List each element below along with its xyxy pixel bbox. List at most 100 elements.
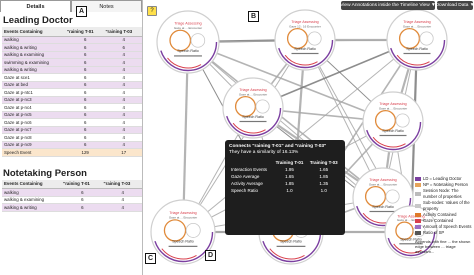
event-label: walking & writing (2, 43, 65, 52)
event-count: 4 (103, 66, 142, 74)
ratio-bar (168, 245, 198, 247)
tooltip-header: Training T-03 (309, 160, 338, 165)
table-row[interactable]: swimming & examining 6 4 (2, 58, 142, 67)
event-label: Gaze at p-nc9 (2, 141, 65, 149)
table-row[interactable]: walking & writing 6 6 (2, 43, 142, 52)
table-row[interactable]: walking 6 4 (2, 188, 142, 197)
section-title-notetaking: Notetaking Person (3, 167, 87, 179)
table-row[interactable]: Gaze at sce1 6 4 (2, 73, 142, 82)
table-row[interactable]: Gaze at p-nc7 6 4 (2, 126, 142, 134)
legend-swatch (415, 192, 421, 196)
event-label: Gaze at p-nc6 (2, 118, 65, 127)
event-count: 6 (64, 103, 104, 112)
table-row[interactable]: Gaze at p-nc5 6 4 (2, 111, 142, 119)
session-node[interactable]: Triage AssessingGaze at ... EncounterSpe… (383, 6, 451, 74)
legend-note: Appends with fine ... the shown edge bet… (415, 239, 471, 254)
node-subtitle: Gaze at ... Encounter (403, 24, 431, 28)
tooltip-header: Training T-01 (275, 160, 304, 165)
node-speech-ratio: Speech Ratio (280, 240, 302, 244)
ratio-bar (403, 52, 431, 55)
event-label: walking (2, 36, 65, 44)
ratio-bar (174, 55, 202, 57)
table-row[interactable]: walking & examining 6 4 (2, 51, 142, 59)
session-node[interactable]: Triage AssessingGaze 12 : 16 EncounterSp… (271, 6, 339, 74)
session-node[interactable]: Triage AssessingGaze at ... EncounterSpe… (359, 88, 427, 156)
subnode-activity (374, 109, 397, 132)
event-count: 4 (103, 58, 142, 67)
event-count: 6 (64, 96, 104, 104)
column-header: "raining T-01 (61, 179, 102, 189)
event-count: 4 (103, 133, 142, 142)
table-row[interactable]: Gaze at bed 6 4 (2, 81, 142, 89)
subnode-gaze (255, 99, 270, 114)
column-header: "raining T-01 (64, 27, 104, 37)
node-title: Triage Assessing (169, 211, 196, 215)
node-speech-ratio: Speech Ratio (177, 49, 199, 53)
subnode-activity (234, 95, 257, 118)
event-count: 17 (103, 148, 142, 157)
event-count: 129 (64, 148, 104, 157)
table-row[interactable]: walking 6 4 (2, 36, 142, 44)
event-count: 6 (64, 81, 104, 89)
event-label: swimming & examining (2, 58, 65, 67)
panel-tabs: Details Notes (0, 0, 142, 12)
ratio-bar (379, 134, 407, 137)
table-row[interactable]: Gaze at p-nc4 6 4 (2, 103, 142, 112)
view-annotations-button[interactable]: View Annotations inside the Timeline Vie… (340, 1, 436, 10)
metric-value: 1.0 (320, 188, 327, 193)
tab-details[interactable]: Details (0, 0, 71, 12)
metric-value: 1.35 (319, 181, 329, 186)
tooltip-header (229, 159, 272, 166)
download-data-button[interactable]: Download Data ▼ (436, 1, 474, 10)
event-count: 6 (64, 73, 104, 82)
subnode-activity (169, 29, 192, 52)
event-count: 4 (103, 73, 142, 82)
event-count: 4 (103, 111, 142, 119)
metric-value: 1.95 (285, 167, 294, 172)
node-subtitle: Gaze 12 : 16 Encounter (289, 24, 321, 28)
table-row[interactable]: walking & writing 6 4 (2, 203, 142, 212)
legend-swatch (415, 213, 421, 217)
legend-item: Sub-nodes: Values of the property (415, 200, 473, 212)
event-count: 4 (101, 188, 142, 197)
table-row[interactable]: Gaze at p-ntc1 6 4 (2, 88, 142, 97)
column-header: "raining T-03 (101, 179, 142, 189)
event-label: Speech Event (2, 148, 65, 157)
event-label: Gaze at p-nc4 (2, 103, 65, 112)
subnode-activity (364, 185, 387, 208)
table-row[interactable]: Gaze at p-nc3 6 4 (2, 96, 142, 104)
node-subtitle: Gaze at ... Encounter (379, 106, 407, 110)
table-row[interactable]: Gaze at p-nc8 6 4 (2, 133, 142, 142)
event-count: 6 (64, 126, 104, 134)
tooltip-row: Activity Average 1.85 1.35 (229, 180, 341, 187)
tooltip-row: Speech Ratio 1.0 1.0 (229, 187, 341, 194)
table-row[interactable]: walking & examining 6 4 (2, 196, 142, 204)
event-label: Gaze at p-nc5 (2, 111, 65, 119)
table-row[interactable]: Speech Event 129 17 (2, 148, 142, 157)
event-count: 6 (61, 188, 102, 197)
metric-value: 1.65 (319, 167, 329, 172)
section-title-leading-doctor: Leading Doctor (3, 15, 73, 26)
subnode-activity (286, 27, 309, 50)
event-count: 6 (64, 58, 104, 67)
event-count: 4 (103, 126, 142, 134)
table-row[interactable]: walking & writing 6 4 (2, 66, 142, 74)
event-count: 6 (61, 196, 102, 204)
event-count: 4 (103, 96, 142, 104)
legend-swatch (415, 177, 421, 181)
subnode-gaze (185, 222, 201, 238)
ratio-bar (369, 210, 397, 213)
event-count: 6 (64, 88, 104, 97)
ratio-bar (239, 120, 267, 123)
metric-label: Gaze Average (231, 174, 260, 179)
metric-value: 1.85 (285, 181, 294, 186)
event-label: Gaze at p-nc8 (2, 133, 65, 142)
table-row[interactable]: Gaze at p-nc6 6 4 (2, 118, 142, 127)
event-label: Gaze at p-ntc1 (2, 88, 65, 97)
event-count: 6 (103, 43, 142, 52)
help-icon[interactable]: ? (147, 6, 157, 16)
table-row[interactable]: Gaze at p-nc9 6 4 (2, 141, 142, 149)
edge-tooltip: Connects "raining T-01" and "raining T-0… (225, 140, 345, 235)
details-panel: Details Notes A Leading Doctor Events Co… (0, 0, 143, 275)
event-count: 4 (103, 103, 142, 112)
